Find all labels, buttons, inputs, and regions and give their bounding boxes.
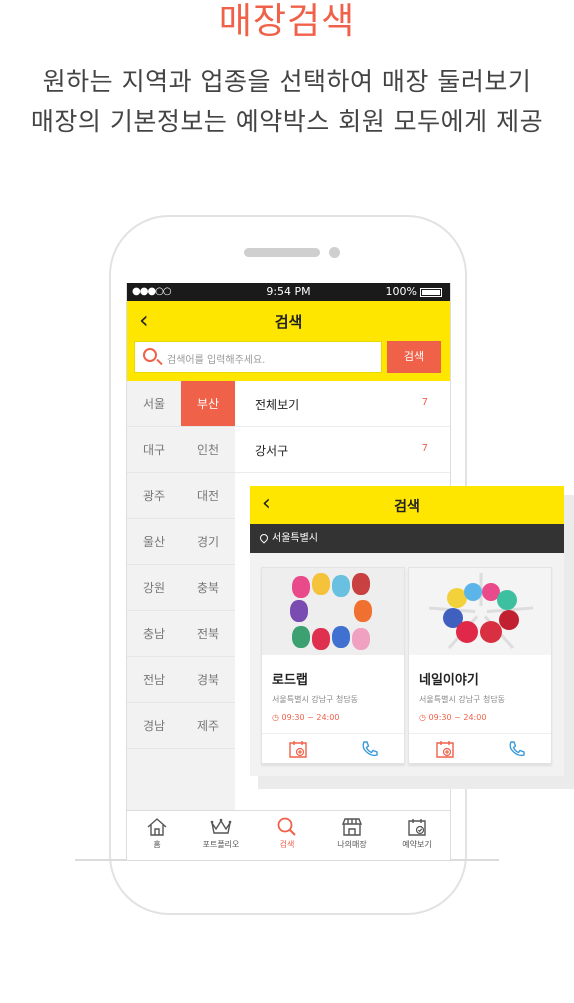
tab-label: 검색 (279, 840, 295, 849)
region-item[interactable]: 제주 (181, 703, 235, 749)
region-item[interactable]: 서울 (127, 381, 181, 427)
district-label: 전체보기 (255, 398, 300, 412)
region-item[interactable]: 전북 (181, 611, 235, 657)
page-title: 검색 (274, 313, 303, 331)
headline-line-2: 매장의 기본정보는 예약박스 회원 모두에게 제공 (30, 107, 544, 136)
shop-address: 서울특별시 강남구 청담동 (419, 695, 506, 704)
location-label: 서울특별시 (272, 533, 318, 544)
phone-icon[interactable] (507, 739, 527, 759)
region-item[interactable]: 충남 (127, 611, 181, 657)
region-item[interactable]: 대구 (127, 427, 181, 473)
search-icon (277, 817, 296, 836)
crown-icon (210, 818, 232, 834)
headline-line-1: 원하는 지역과 업종을 선택하여 매장 둘러보기 (42, 67, 532, 96)
region-item[interactable]: 인천 (181, 427, 235, 473)
tab-label: 나의매장 (337, 840, 367, 849)
phone-camera (329, 247, 340, 258)
district-item-all[interactable]: 전체보기 7 (235, 381, 450, 427)
tab-search[interactable]: 검색 (257, 817, 317, 850)
tab-reservations[interactable]: 예약보기 (387, 817, 447, 850)
nail-polish-icon (428, 573, 534, 649)
home-icon (147, 818, 167, 836)
district-count: 7 (421, 443, 428, 454)
region-item[interactable]: 경남 (127, 703, 181, 749)
search-placeholder: 검색어를 입력해주세요. (167, 355, 266, 366)
district-item-gangseo[interactable]: 강서구 7 (235, 427, 450, 473)
shop-hours-text: 09:30 ~ 24:00 (428, 713, 487, 722)
shop-results-panel: ‹ 검색 서울특별시 로드랩 서울특별시 강남구 청담동 ◷ 09:30 ~ 2… (250, 486, 564, 776)
headline: 매장검색 원하는 지역과 업종을 선택하여 매장 둘러보기 매장의 기본정보는 … (0, 0, 574, 142)
shop-hours: ◷ 09:30 ~ 24:00 (272, 713, 340, 722)
battery-icon (420, 287, 442, 297)
region-item[interactable]: 울산 (127, 519, 181, 565)
region-item[interactable]: 대전 (181, 473, 235, 519)
shop-name: 로드랩 (272, 673, 308, 688)
search-button[interactable]: 검색 (387, 341, 441, 373)
calendar-add-icon[interactable] (288, 739, 308, 759)
region-item[interactable]: 광주 (127, 473, 181, 519)
status-bar: ●●●○○ 9:54 PM 100% (127, 283, 450, 301)
battery-label: 100% (385, 285, 417, 298)
shop-actions (262, 733, 404, 763)
region-item[interactable]: 충북 (181, 565, 235, 611)
region-list: 서울 부산 대구 인천 광주 대전 울산 경기 강원 충북 충남 전북 전남 경북 경남 제주 (127, 381, 235, 813)
calendar-add-icon[interactable] (435, 739, 455, 759)
headline-title: 매장검색 (218, 1, 356, 42)
region-item[interactable]: 경기 (181, 519, 235, 565)
tab-my-store[interactable]: 나의매장 (322, 817, 382, 850)
shop-hours-text: 09:30 ~ 24:00 (281, 713, 340, 722)
district-list: 전체보기 7 강서구 7 (235, 381, 450, 473)
tab-home[interactable]: 홈 (127, 817, 187, 850)
shop-card[interactable]: 로드랩 서울특별시 강남구 청담동 ◷ 09:30 ~ 24:00 (261, 567, 405, 764)
search-input[interactable]: 검색어를 입력해주세요. (134, 341, 382, 373)
location-bar[interactable]: 서울특별시 (250, 524, 564, 553)
shop-name: 네일이야기 (419, 673, 479, 688)
region-item[interactable]: 강원 (127, 565, 181, 611)
region-item[interactable]: 경북 (181, 657, 235, 703)
tab-label: 홈 (153, 840, 161, 849)
shop-address: 서울특별시 강남구 청담동 (272, 695, 359, 704)
overlay-title: 검색 (394, 499, 420, 515)
tab-label: 예약보기 (402, 840, 432, 849)
store-icon (341, 818, 363, 836)
district-label: 강서구 (255, 444, 289, 458)
calendar-check-icon (408, 819, 426, 836)
overlay-header: ‹ 검색 (250, 486, 564, 524)
shop-photo-polish (409, 568, 551, 655)
bottom-tab-bar: 홈 포트폴리오 검색 나의매장 예약보기 (127, 810, 450, 860)
shop-photo-nails (262, 568, 404, 655)
tab-label: 포트폴리오 (202, 840, 240, 849)
district-count: 7 (421, 397, 428, 408)
shop-card[interactable]: 네일이야기 서울특별시 강남구 청담동 ◷ 09:30 ~ 24:00 (408, 567, 552, 764)
shop-actions (409, 733, 551, 763)
region-item[interactable]: 부산 (181, 381, 235, 427)
phone-icon[interactable] (360, 739, 380, 759)
search-icon (143, 348, 157, 362)
battery-indicator: 100% (386, 285, 442, 298)
region-item[interactable]: 전남 (127, 657, 181, 703)
app-header: ‹ 검색 검색어를 입력해주세요. 검색 (127, 301, 450, 381)
tab-portfolio[interactable]: 포트폴리오 (191, 817, 251, 850)
shop-hours: ◷ 09:30 ~ 24:00 (419, 713, 487, 722)
location-pin-icon (258, 532, 270, 544)
phone-speaker (244, 248, 320, 257)
